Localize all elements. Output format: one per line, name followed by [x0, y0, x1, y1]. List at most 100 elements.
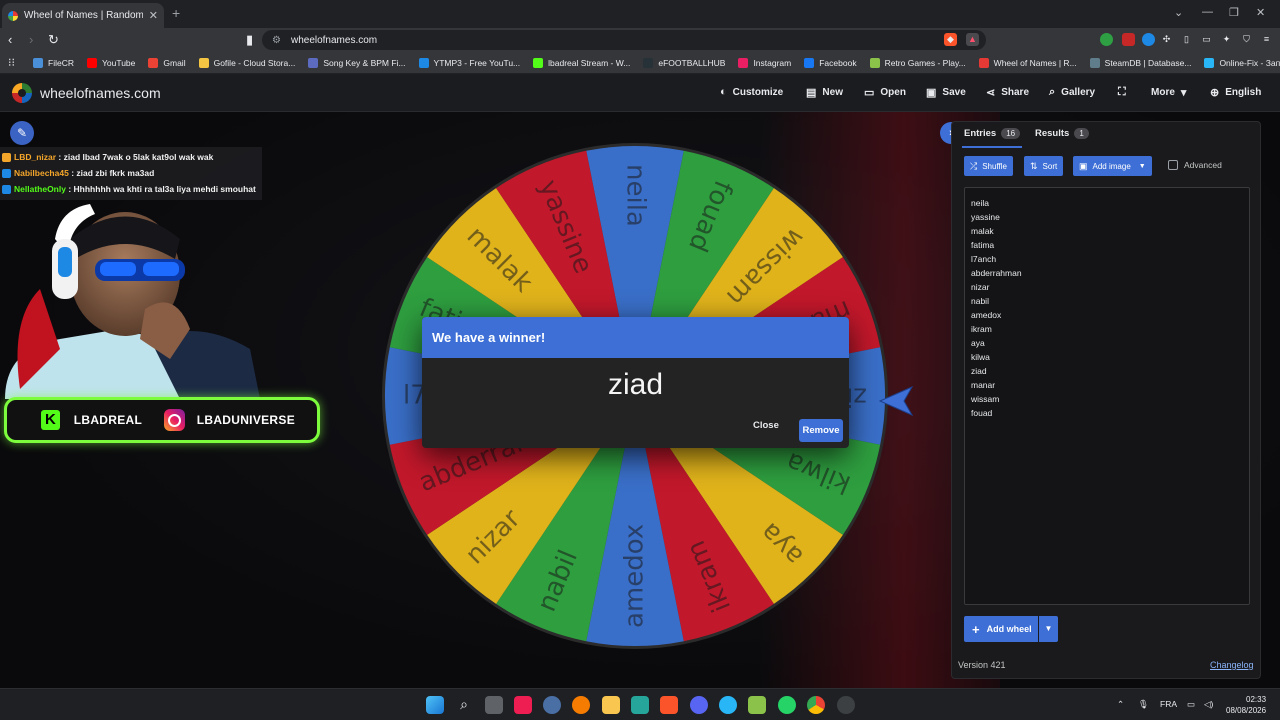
wheel-slice-label: amedox — [620, 524, 650, 628]
bookmark-item[interactable]: lbadreal Stream - W... — [533, 57, 630, 68]
extension-blue-icon[interactable] — [1142, 33, 1155, 46]
bookmark-item[interactable]: Retro Games - Play... — [869, 57, 966, 68]
menu-item-share[interactable]: ⋖ Share — [986, 86, 1029, 99]
tab-search-icon[interactable]: ⌄ — [1174, 6, 1183, 19]
palette-icon: ◐ — [720, 86, 727, 98]
add-wheel-dropdown-icon[interactable]: ▼ — [1039, 616, 1058, 642]
close-button[interactable]: Close — [753, 420, 779, 431]
menu-item-more[interactable]: More ▾ — [1151, 86, 1186, 99]
microphone-icon[interactable]: 🎙 — [1138, 699, 1149, 710]
chat-message: NellatheOnly : Hhhhhhh wa khti ra tal3a … — [2, 181, 260, 197]
extensions-icon[interactable]: ✣ — [1160, 33, 1173, 46]
start-icon[interactable] — [426, 696, 444, 714]
telegram-icon[interactable] — [719, 696, 737, 714]
everything-search-icon[interactable] — [572, 696, 590, 714]
maximize-icon[interactable]: ❐ — [1229, 6, 1239, 19]
menu-item-fullscreen[interactable]: ⛶ — [1118, 86, 1132, 99]
extension-red-icon[interactable] — [1122, 33, 1135, 46]
winner-name: ziad — [607, 368, 664, 401]
volume-icon[interactable]: ◁) — [1204, 699, 1213, 710]
menu-item-label: Share — [1001, 87, 1030, 98]
system-clock[interactable]: 02:33 08/08/2026 — [1226, 694, 1266, 716]
bookmark-item[interactable]: Song Key & BPM Fi... — [308, 57, 406, 68]
site-logo[interactable]: wheelofnames.com — [40, 85, 161, 101]
close-window-icon[interactable]: ✕ — [1256, 6, 1265, 19]
chat-username: LBD_nizar — [14, 152, 57, 162]
brave-icon[interactable] — [660, 696, 678, 714]
file-explorer-icon[interactable] — [602, 696, 620, 714]
entry-line: fatima — [971, 240, 995, 250]
vpn-icon[interactable]: ⛉ — [1240, 33, 1253, 46]
menu-item-new[interactable]: ▤ New — [806, 86, 843, 99]
apps-icon[interactable]: ⁝⁝ — [8, 56, 15, 69]
extension-green-icon[interactable] — [1100, 33, 1113, 46]
remove-button[interactable]: Remove — [799, 419, 843, 442]
bookmark-item[interactable]: Gmail — [148, 57, 186, 68]
whatsapp-icon[interactable] — [778, 696, 796, 714]
bookmark-favicon-icon — [643, 57, 654, 68]
obs-like-icon[interactable] — [748, 696, 766, 714]
bookmark-item[interactable]: Facebook — [804, 57, 857, 68]
tab-results[interactable]: Results 1 — [1035, 128, 1089, 139]
chrome-icon[interactable] — [807, 696, 825, 714]
search-icon[interactable]: ⌕ — [455, 696, 473, 714]
settings-icon[interactable] — [543, 696, 561, 714]
brave-shield-icon[interactable]: ◆ — [944, 33, 957, 46]
entries-textarea[interactable]: neila yassine malak fatima l7anch abderrahman… — [964, 187, 1250, 605]
site-info-icon[interactable]: ⚙ — [272, 35, 281, 46]
menu-item-open[interactable]: ▭ Open — [864, 86, 906, 99]
address-bar[interactable]: ⚙ wheelofnames.com — [262, 30, 986, 50]
logo-icon[interactable] — [12, 83, 32, 103]
checkbox-icon — [1168, 160, 1178, 170]
shuffle-label: Shuffle — [982, 161, 1007, 171]
menu-item-customize[interactable]: ◐ Customize — [720, 86, 783, 98]
wallet-icon[interactable]: ▭ — [1200, 33, 1213, 46]
forward-icon[interactable]: › — [29, 32, 33, 47]
sidebar-icon[interactable]: ▯ — [1180, 33, 1193, 46]
discord-icon[interactable] — [690, 696, 708, 714]
tab-entries[interactable]: Entries 16 — [964, 128, 1021, 139]
bookmark-icon[interactable]: ▮ — [246, 32, 253, 48]
sort-button[interactable]: ⇅ Sort — [1024, 156, 1064, 176]
bookmark-item[interactable]: eFOOTBALLHUB — [643, 57, 725, 68]
bookmark-item[interactable]: Gofile - Cloud Stora... — [198, 57, 295, 68]
monitor-app-icon[interactable] — [631, 696, 649, 714]
bookmark-item[interactable]: SteamDB | Database... — [1089, 57, 1191, 68]
bookmark-item[interactable]: Instagram — [738, 57, 791, 68]
bookmark-item[interactable]: Online-Fix - Запуск... — [1204, 57, 1280, 68]
menu-item-english[interactable]: ⊕ English — [1210, 86, 1261, 99]
bookmark-item[interactable]: YTMP3 - Free YouTu... — [418, 57, 520, 68]
changelog-link[interactable]: Changelog — [1210, 660, 1254, 670]
language-indicator[interactable]: FRA — [1160, 699, 1177, 709]
tab-close-icon[interactable]: ✕ — [149, 9, 158, 22]
edit-pencil-button[interactable]: ✎ — [10, 121, 34, 145]
advanced-checkbox[interactable]: Advanced — [1168, 160, 1222, 170]
add-image-button[interactable]: ▣ Add image ▼ — [1073, 156, 1152, 176]
bookmark-item[interactable]: YouTube — [86, 57, 135, 68]
bookmark-favicon-icon — [533, 57, 544, 68]
menu-item-save[interactable]: ▣ Save — [926, 86, 966, 99]
globe-icon: ⊕ — [1210, 87, 1220, 99]
obs-studio-icon[interactable] — [837, 696, 855, 714]
brave-rewards-icon[interactable]: ▲ — [966, 33, 979, 46]
tiktok-icon[interactable] — [514, 696, 532, 714]
image-icon: ▣ — [1079, 160, 1088, 171]
entry-line: fouad — [971, 408, 993, 418]
shuffle-button[interactable]: ⤮ Shuffle — [964, 156, 1013, 176]
add-wheel-button[interactable]: + Add wheel — [964, 616, 1038, 642]
bookmark-item[interactable]: FileCR — [33, 57, 74, 68]
back-icon[interactable]: ‹ — [8, 32, 12, 47]
browser-tab[interactable]: Wheel of Names | Random name picker ✕ — [2, 3, 164, 28]
leo-ai-icon[interactable]: ✦ — [1220, 33, 1233, 46]
url-text: wheelofnames.com — [290, 34, 378, 46]
reload-icon[interactable]: ↻ — [48, 32, 59, 48]
new-tab-icon[interactable]: + — [172, 5, 180, 21]
menu-icon[interactable]: ≡ — [1260, 33, 1273, 46]
minimize-icon[interactable]: — — [1202, 6, 1213, 18]
tray-expand-icon[interactable]: ⌃ — [1117, 699, 1124, 710]
bookmark-item[interactable]: Wheel of Names | R... — [978, 57, 1077, 68]
network-icon[interactable]: ▭ — [1187, 699, 1195, 710]
task-view-icon[interactable] — [485, 696, 503, 714]
menu-item-gallery[interactable]: ⌕ Gallery — [1049, 86, 1095, 99]
fullscreen-icon: ⛶ — [1118, 86, 1126, 98]
